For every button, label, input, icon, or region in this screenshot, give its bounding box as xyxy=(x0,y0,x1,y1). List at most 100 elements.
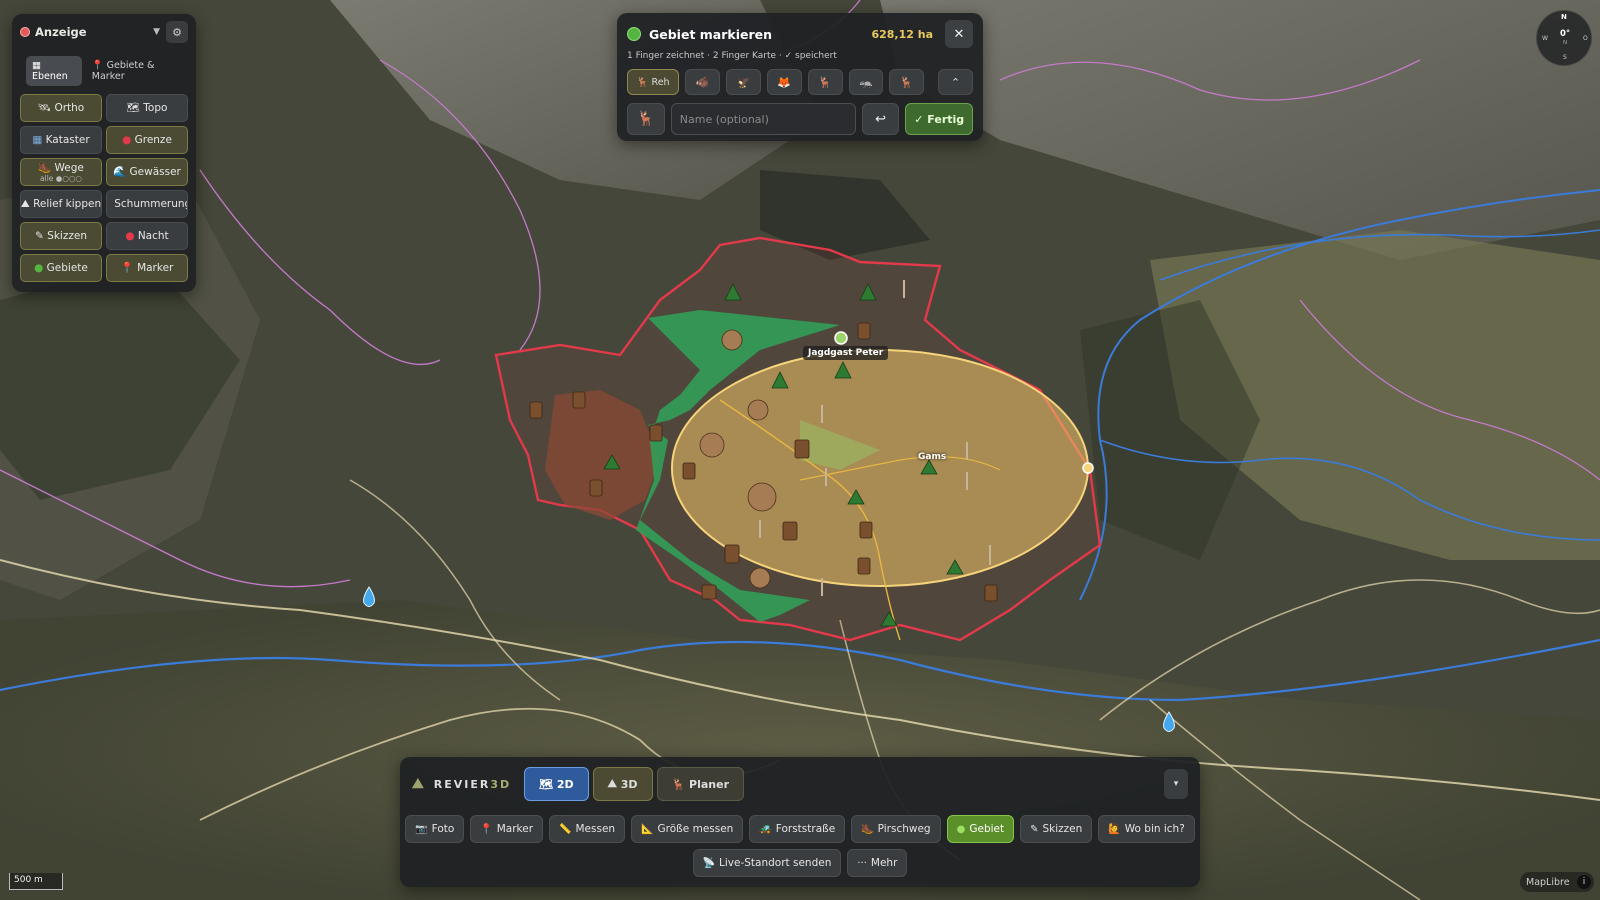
marker-button[interactable]: 📍 Marker xyxy=(106,254,188,282)
groesse-messen-button[interactable]: 📐 Größe messen xyxy=(631,815,744,843)
species-selector: 🦌 Reh 🐗 🦅 🦊 🦌 🦡 🦌 ⌃ xyxy=(627,69,973,95)
pirschweg-button[interactable]: 🥾 Pirschweg xyxy=(851,815,941,843)
mehr-button[interactable]: ··· Mehr xyxy=(847,849,908,877)
anzeige-header[interactable]: Anzeige ▼ ⚙ xyxy=(20,21,188,43)
ibex-icon: 🦌 xyxy=(899,75,914,89)
deer-icon: 🦌 xyxy=(636,76,649,88)
stand-marker[interactable] xyxy=(794,439,810,459)
stand-marker[interactable] xyxy=(984,584,998,602)
pirschweg-label: Pirschweg xyxy=(877,823,931,835)
wave-icon: 🌊 xyxy=(113,165,127,178)
stand-marker[interactable] xyxy=(857,557,871,575)
tab-gebiete-marker[interactable]: 📍 Gebiete & Marker xyxy=(86,56,188,86)
gewaesser-button[interactable]: 🌊 Gewässer xyxy=(106,158,188,186)
skizzen-button[interactable]: ✎ Skizzen xyxy=(20,222,102,250)
bird-icon: 🦅 xyxy=(736,75,751,89)
feeder-marker[interactable] xyxy=(749,567,771,589)
pencil-icon: ✎ xyxy=(1030,823,1039,835)
feeder-marker[interactable] xyxy=(721,329,743,351)
boot-icon: 🥾 xyxy=(38,161,52,174)
ellipse-handle[interactable] xyxy=(1082,462,1094,474)
schummerung-button[interactable]: ▌ Schummerung xyxy=(106,190,188,218)
stand-marker[interactable] xyxy=(649,424,663,442)
forststrasse-button[interactable]: 🚜 Forststraße xyxy=(749,815,846,843)
close-button[interactable]: ✕ xyxy=(945,20,973,48)
gebiet-tool-button[interactable]: ● Gebiet xyxy=(946,815,1015,843)
revier3d-logo: ⛰ REVIER 3D xyxy=(412,776,520,792)
info-icon[interactable]: i xyxy=(1577,875,1591,889)
planer-label: Planer xyxy=(689,777,730,791)
person-label[interactable]: Jagdgast Peter xyxy=(803,346,889,360)
person-location-marker[interactable] xyxy=(834,331,848,345)
undo-button[interactable]: ↩ xyxy=(861,103,900,135)
compass-north: N xyxy=(1561,13,1567,21)
camera-icon: 📷 xyxy=(415,823,428,835)
foto-label: Foto xyxy=(431,823,455,835)
more-dots-icon: ··· xyxy=(857,857,867,869)
mode-2d-button[interactable]: 🗺 2D xyxy=(524,767,589,801)
gear-icon[interactable]: ⚙ xyxy=(166,21,188,43)
stand-marker[interactable] xyxy=(529,401,543,419)
ortho-button[interactable]: 🛰 Ortho xyxy=(20,94,102,122)
compass[interactable]: N 0° W O N S xyxy=(1536,10,1592,66)
foto-button[interactable]: 📷 Foto xyxy=(405,815,465,843)
pin-icon: 📍 xyxy=(120,261,134,274)
wo-bin-ich-button[interactable]: 🙋 Wo bin ich? xyxy=(1098,815,1195,843)
attribution[interactable]: MapLibre i xyxy=(1520,872,1594,892)
tab-ebenen[interactable]: ▦ Ebenen xyxy=(26,56,82,86)
wege-label: Wege xyxy=(54,161,84,174)
gebiet-markieren-panel: Gebiet markieren 628,12 ha ✕ 1 Finger ze… xyxy=(617,13,983,141)
gebiete-button[interactable]: ● Gebiete xyxy=(20,254,102,282)
stand-marker[interactable] xyxy=(682,462,696,480)
scale-bar: 500 m xyxy=(9,873,63,890)
stand-marker[interactable] xyxy=(724,544,740,564)
topo-label: Topo xyxy=(143,101,168,114)
stand-marker[interactable] xyxy=(589,479,603,497)
species-badger-button[interactable]: 🦡 xyxy=(848,69,884,95)
brand-name: REVIER xyxy=(433,777,491,791)
feeder-marker[interactable] xyxy=(699,432,725,458)
relief-kippen-label: Relief kippen xyxy=(33,197,102,210)
mode-2d-label: 2D xyxy=(556,777,574,791)
stand-marker[interactable] xyxy=(782,521,798,541)
stand-marker[interactable] xyxy=(572,391,586,409)
deer-select-button[interactable]: 🦌 xyxy=(627,103,665,135)
messen-button[interactable]: 📏 Messen xyxy=(549,815,626,843)
species-ibex-button[interactable]: 🦌 xyxy=(889,69,925,95)
species-reh-button[interactable]: 🦌 Reh xyxy=(627,69,680,95)
stand-marker[interactable] xyxy=(701,584,717,600)
collapse-button[interactable]: ⌃ xyxy=(938,69,973,95)
mountain-logo-icon: ⛰ xyxy=(412,776,426,792)
relief-kippen-button[interactable]: ⛰ Relief kippen xyxy=(20,190,102,218)
mehr-label: Mehr xyxy=(870,857,898,869)
mountain-icon: ⛰ xyxy=(20,197,30,210)
live-standort-label: Live-Standort senden xyxy=(719,857,832,869)
nacht-button[interactable]: ● Nacht xyxy=(106,222,188,250)
chevron-down-icon[interactable]: ▼ xyxy=(153,27,160,37)
stand-marker[interactable] xyxy=(857,322,871,340)
satellite-icon: 🛰 xyxy=(37,101,52,114)
marker-tool-button[interactable]: 📍 Marker xyxy=(470,815,544,843)
stand-marker[interactable] xyxy=(859,521,873,539)
grenze-button[interactable]: ● Grenze xyxy=(106,126,188,154)
kataster-button[interactable]: ▦ Kataster xyxy=(20,126,102,154)
toolbar-collapse-button[interactable]: ▾ xyxy=(1164,769,1188,799)
species-bird-button[interactable]: 🦅 xyxy=(726,69,761,95)
name-input[interactable] xyxy=(670,103,856,135)
feeder-marker[interactable] xyxy=(747,399,769,421)
ruler-icon: 📏 xyxy=(559,823,572,835)
species-fox-button[interactable]: 🦊 xyxy=(766,69,802,95)
wege-button[interactable]: 🥾 Wege alle ●○○○ xyxy=(20,158,102,186)
topo-button[interactable]: 🗺 Topo xyxy=(106,94,188,122)
mode-3d-button[interactable]: ⛰ 3D xyxy=(592,767,653,801)
wege-sublabel: alle ●○○○ xyxy=(40,173,82,183)
species-chamois-button[interactable]: 🦌 xyxy=(807,69,843,95)
live-standort-button[interactable]: 📡 Live-Standort senden xyxy=(692,849,842,877)
fertig-button[interactable]: ✓ Fertig xyxy=(905,103,973,135)
feeder-marker[interactable] xyxy=(747,482,777,512)
skizzen-tool-button[interactable]: ✎ Skizzen xyxy=(1020,815,1093,843)
species-boar-button[interactable]: 🐗 xyxy=(685,69,721,95)
planer-button[interactable]: 🦌 Planer xyxy=(656,767,745,801)
species-reh-label: Reh xyxy=(651,76,670,88)
mountain-icon: ⛰ xyxy=(607,777,617,790)
